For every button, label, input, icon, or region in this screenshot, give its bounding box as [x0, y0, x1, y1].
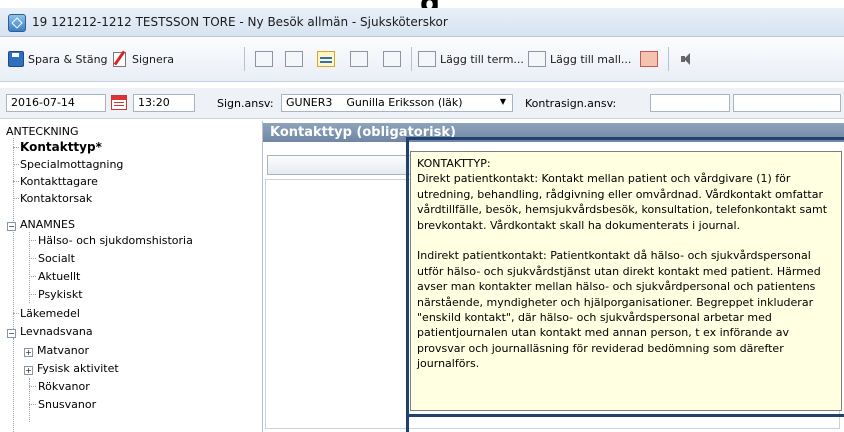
tree-item-specialmottagning[interactable]: Specialmottagning [20, 158, 123, 171]
speaker-button[interactable] [680, 48, 694, 70]
contact-type-select[interactable] [267, 155, 412, 175]
tree-line [29, 404, 36, 405]
tree-item-lakemedel[interactable]: Läkemedel [20, 307, 80, 320]
collapse-icon[interactable]: − [7, 222, 16, 231]
flag-button[interactable] [640, 48, 662, 70]
layout-grid-button[interactable] [383, 48, 405, 70]
sign-button[interactable]: Signera [112, 48, 174, 70]
speaker-icon [680, 51, 690, 67]
tree-item-rokvanor[interactable]: Rökvanor [38, 380, 90, 393]
toolbar-separator [668, 47, 669, 71]
tree-line [29, 232, 30, 303]
tooltip-paragraph-indirect: Indirekt patientkontakt: Patientkontakt … [417, 249, 821, 371]
date-bar: 2016-07-14 13:20 Sign.ansv: GUNER3 Gunil… [0, 88, 844, 119]
print-button[interactable] [255, 48, 277, 70]
tree-root[interactable]: ANTECKNING [6, 125, 79, 138]
tree-line [29, 240, 36, 241]
help-tooltip: KONTAKTTYP: Direkt patientkontakt: Konta… [410, 151, 842, 411]
tree-line [13, 313, 19, 314]
tooltip-heading: KONTAKTTYP: [417, 157, 491, 170]
tree-item-halso-sjukdomshistoria[interactable]: Hälso- och sjukdomshistoria [38, 234, 193, 247]
tree-line [29, 294, 36, 295]
calendar-icon[interactable] [111, 95, 127, 110]
flag-icon [640, 51, 658, 67]
tree-line [13, 338, 14, 432]
add-term-icon [418, 51, 436, 67]
title-bar: 19 121212-1212 TESTSSON TORE - Ny Besök … [0, 8, 844, 37]
tree-line [29, 378, 30, 422]
sign-resp-select[interactable]: GUNER3 Gunilla Eriksson (läk) ▼ [281, 94, 513, 112]
toolbar: Spara & Stäng ▼ Signera Lägg till term..… [0, 37, 844, 82]
layout-single-icon [317, 51, 335, 67]
expand-icon[interactable]: + [24, 348, 33, 357]
tree-item-kontakttyp[interactable]: Kontakttyp* [20, 140, 102, 154]
save-close-button[interactable]: Spara & Stäng ▼ [8, 48, 124, 70]
countersign-label: Kontrasign.ansv: [525, 97, 617, 110]
sign-resp-code: GUNER3 [286, 96, 333, 109]
preview-button[interactable] [285, 48, 307, 70]
add-template-button[interactable]: Lägg till mall... [528, 48, 631, 70]
tree-line [13, 138, 14, 331]
layout-split-icon [350, 51, 368, 67]
note-tree: ANTECKNING Kontakttyp* Specialmottagning… [0, 121, 263, 432]
tree-line [29, 276, 36, 277]
tree-item-matvanor[interactable]: Matvanor [37, 344, 89, 357]
tree-item-levnadsvana[interactable]: Levnadsvana [20, 325, 93, 338]
layout-grid-icon [383, 51, 401, 67]
app-icon [8, 14, 26, 32]
chevron-down-icon[interactable]: ▼ [500, 97, 506, 106]
add-term-button[interactable]: Lägg till term... [418, 48, 524, 70]
tree-item-fysisk-aktivitet[interactable]: Fysisk aktivitet [37, 362, 119, 375]
tree-line [13, 198, 19, 199]
tree-item-kontaktorsak[interactable]: Kontaktorsak [20, 192, 92, 205]
date-field[interactable]: 2016-07-14 [6, 94, 106, 112]
add-term-label: Lägg till term... [440, 52, 524, 66]
tree-line [13, 181, 19, 182]
preview-icon [285, 51, 303, 67]
tree-item-kontakttagare[interactable]: Kontakttagare [20, 175, 98, 188]
sign-resp-name: Gunilla Eriksson (läk) [346, 96, 463, 109]
window-title: 19 121212-1212 TESTSSON TORE - Ny Besök … [32, 15, 448, 29]
collapse-icon[interactable]: − [7, 329, 16, 338]
tree-item-anamnes[interactable]: ANAMNES [20, 218, 75, 231]
layout-split-button[interactable] [350, 48, 372, 70]
time-field[interactable]: 13:20 [133, 94, 195, 112]
print-icon [255, 51, 273, 67]
save-icon [8, 51, 24, 67]
tooltip-paragraph-direct: Direkt patientkontakt: Kontakt mellan pa… [417, 172, 828, 232]
save-close-label: Spara & Stäng [28, 52, 108, 66]
tree-item-socialt[interactable]: Socialt [38, 252, 75, 265]
toolbar-separator [244, 47, 245, 71]
countersign-field[interactable] [650, 94, 730, 112]
expand-icon[interactable]: + [24, 366, 33, 375]
countersign-name-field[interactable] [733, 94, 841, 112]
layout-single-button[interactable] [317, 48, 339, 70]
tree-line [13, 147, 19, 148]
sign-resp-label: Sign.ansv: [217, 97, 274, 110]
toolbar-separator [411, 47, 412, 71]
add-template-label: Lägg till mall... [550, 52, 632, 66]
tree-item-aktuellt[interactable]: Aktuellt [38, 270, 80, 283]
tree-line [29, 386, 36, 387]
sign-label: Signera [132, 52, 175, 66]
tree-item-psykiskt[interactable]: Psykiskt [38, 288, 83, 301]
tree-line [13, 164, 19, 165]
sign-pen-icon [112, 51, 128, 67]
add-template-icon [528, 51, 546, 67]
tree-line [29, 258, 36, 259]
tree-item-snusvanor[interactable]: Snusvanor [38, 398, 96, 411]
